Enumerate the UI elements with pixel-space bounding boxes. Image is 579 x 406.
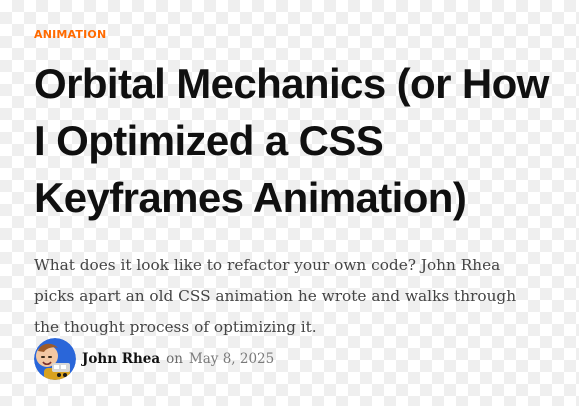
publish-date: May 8, 2025 bbox=[188, 351, 275, 367]
article-excerpt: What does it look like to refactor your … bbox=[34, 256, 517, 336]
author-link[interactable]: John Rhea bbox=[82, 351, 160, 367]
byline: John Rhea on May 8, 2025 bbox=[34, 338, 274, 380]
category-link[interactable]: ANIMATION bbox=[34, 28, 106, 41]
author-avatar[interactable] bbox=[34, 338, 76, 380]
article-card: ANIMATION Orbital Mechanics (or How I Op… bbox=[34, 22, 554, 380]
article-title[interactable]: Orbital Mechanics (or How I Optimized a … bbox=[34, 55, 554, 226]
date-prefix: on bbox=[166, 351, 183, 367]
avatar-illustration bbox=[34, 338, 76, 380]
